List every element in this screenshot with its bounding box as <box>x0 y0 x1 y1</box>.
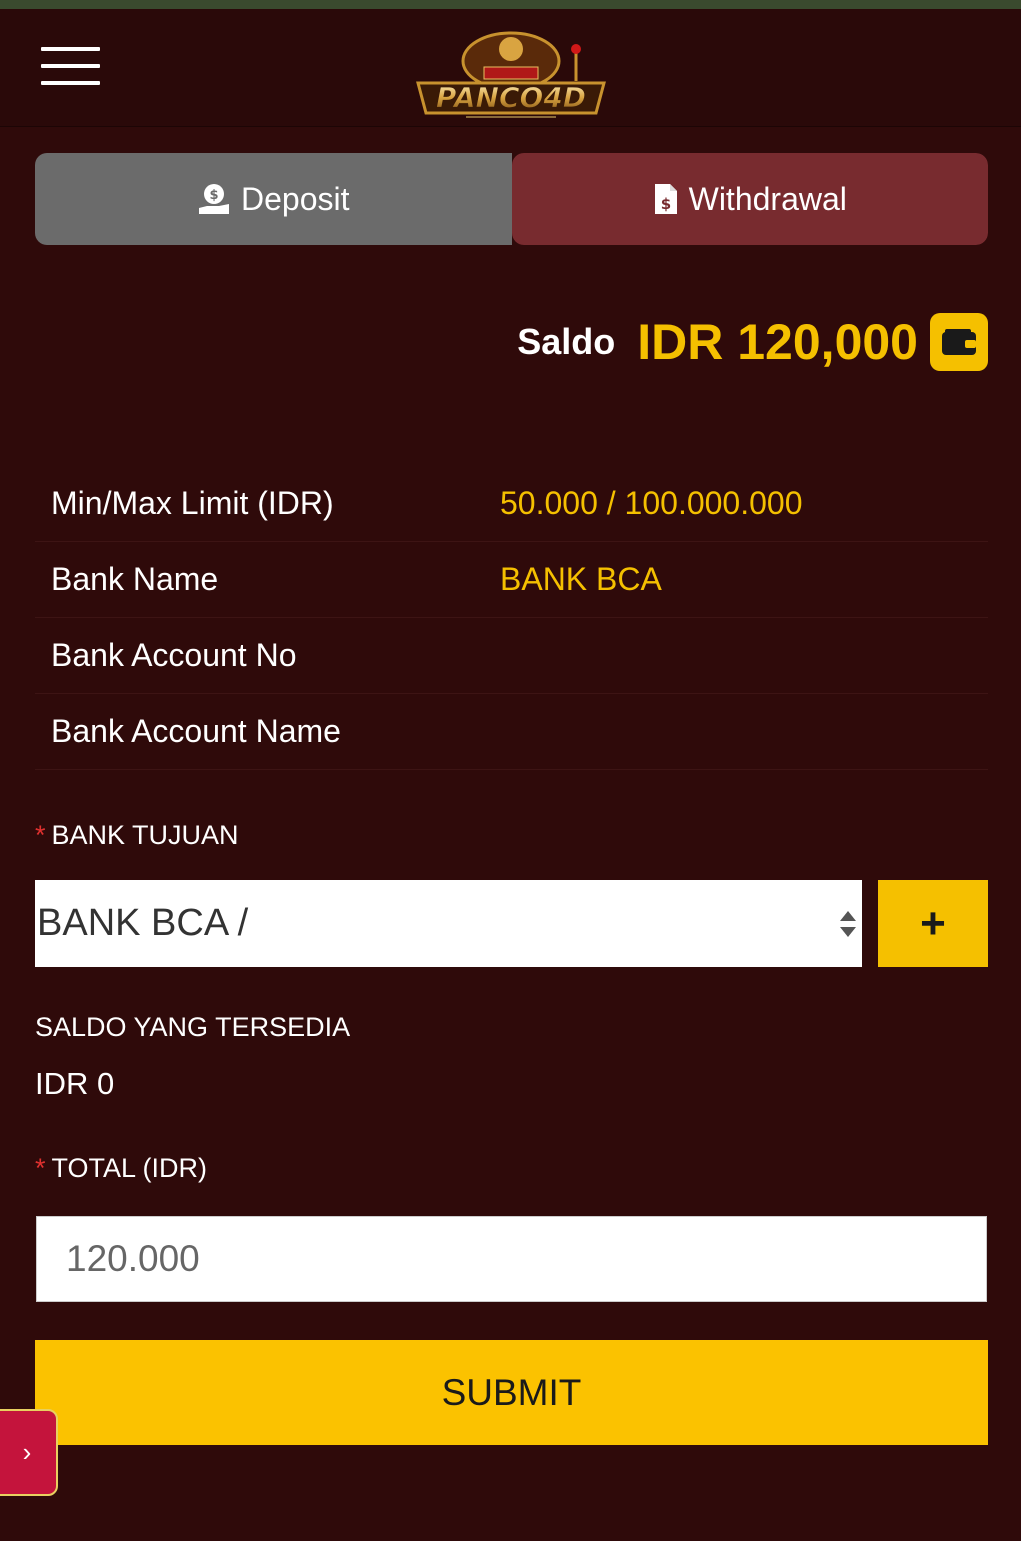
total-input[interactable]: 120.000 <box>36 1216 987 1302</box>
info-key: Min/Max Limit (IDR) <box>51 485 334 521</box>
add-bank-button[interactable]: + <box>878 880 988 967</box>
balance-label: Saldo <box>517 321 616 362</box>
info-key: Bank Account No <box>51 637 297 673</box>
required-mark: * <box>35 1153 46 1183</box>
info-key: Bank Account Name <box>51 713 341 749</box>
tab-withdrawal[interactable]: $ Withdrawal <box>511 153 988 245</box>
tabs: $ Deposit $ Withdrawal <box>35 153 988 245</box>
submit-button[interactable]: SUBMIT <box>35 1340 988 1445</box>
info-value: 50.000 / 100.000.000 <box>500 485 803 521</box>
top-strip <box>0 0 1021 9</box>
info-row: Bank Name BANK BCA <box>35 542 988 618</box>
money-hand-icon: $ <box>197 182 231 216</box>
required-mark: * <box>35 820 46 850</box>
info-row: Bank Account Name <box>35 694 988 770</box>
bank-tujuan-label: * BANK TUJUAN <box>35 820 239 850</box>
wallet-icon[interactable] <box>930 313 988 371</box>
side-toggle-button[interactable]: › <box>0 1409 58 1496</box>
info-row: Min/Max Limit (IDR) 50.000 / 100.000.000 <box>35 466 988 542</box>
info-key: Bank Name <box>51 561 219 597</box>
balance-row: Saldo IDR 120,000 <box>517 312 988 372</box>
logo-text: PANCO4D <box>436 81 586 114</box>
hamburger-menu-icon[interactable] <box>41 47 100 87</box>
info-table: Min/Max Limit (IDR) 50.000 / 100.000.000… <box>35 466 988 770</box>
total-input-value: 120.000 <box>66 1238 200 1279</box>
header: PANCO4D <box>0 9 1021 127</box>
bank-select[interactable]: BANK BCA / <box>35 880 862 967</box>
available-balance-label: SALDO YANG TERSEDIA <box>35 1012 351 1042</box>
logo[interactable]: PANCO4D <box>400 21 622 121</box>
total-label: * TOTAL (IDR) <box>35 1153 208 1183</box>
dollar-document-icon: $ <box>653 182 679 216</box>
tab-deposit-label: Deposit <box>241 180 350 217</box>
select-arrows-icon <box>840 911 856 937</box>
bank-select-value: BANK BCA / <box>37 902 249 944</box>
tab-deposit[interactable]: $ Deposit <box>35 153 512 245</box>
info-value: BANK BCA <box>500 561 662 597</box>
info-row: Bank Account No <box>35 618 988 694</box>
svg-text:$: $ <box>660 195 670 213</box>
tab-withdrawal-label: Withdrawal <box>688 180 847 217</box>
available-balance-value: IDR 0 <box>35 1066 115 1101</box>
svg-text:$: $ <box>209 188 218 203</box>
balance-amount: IDR 120,000 <box>637 314 918 370</box>
